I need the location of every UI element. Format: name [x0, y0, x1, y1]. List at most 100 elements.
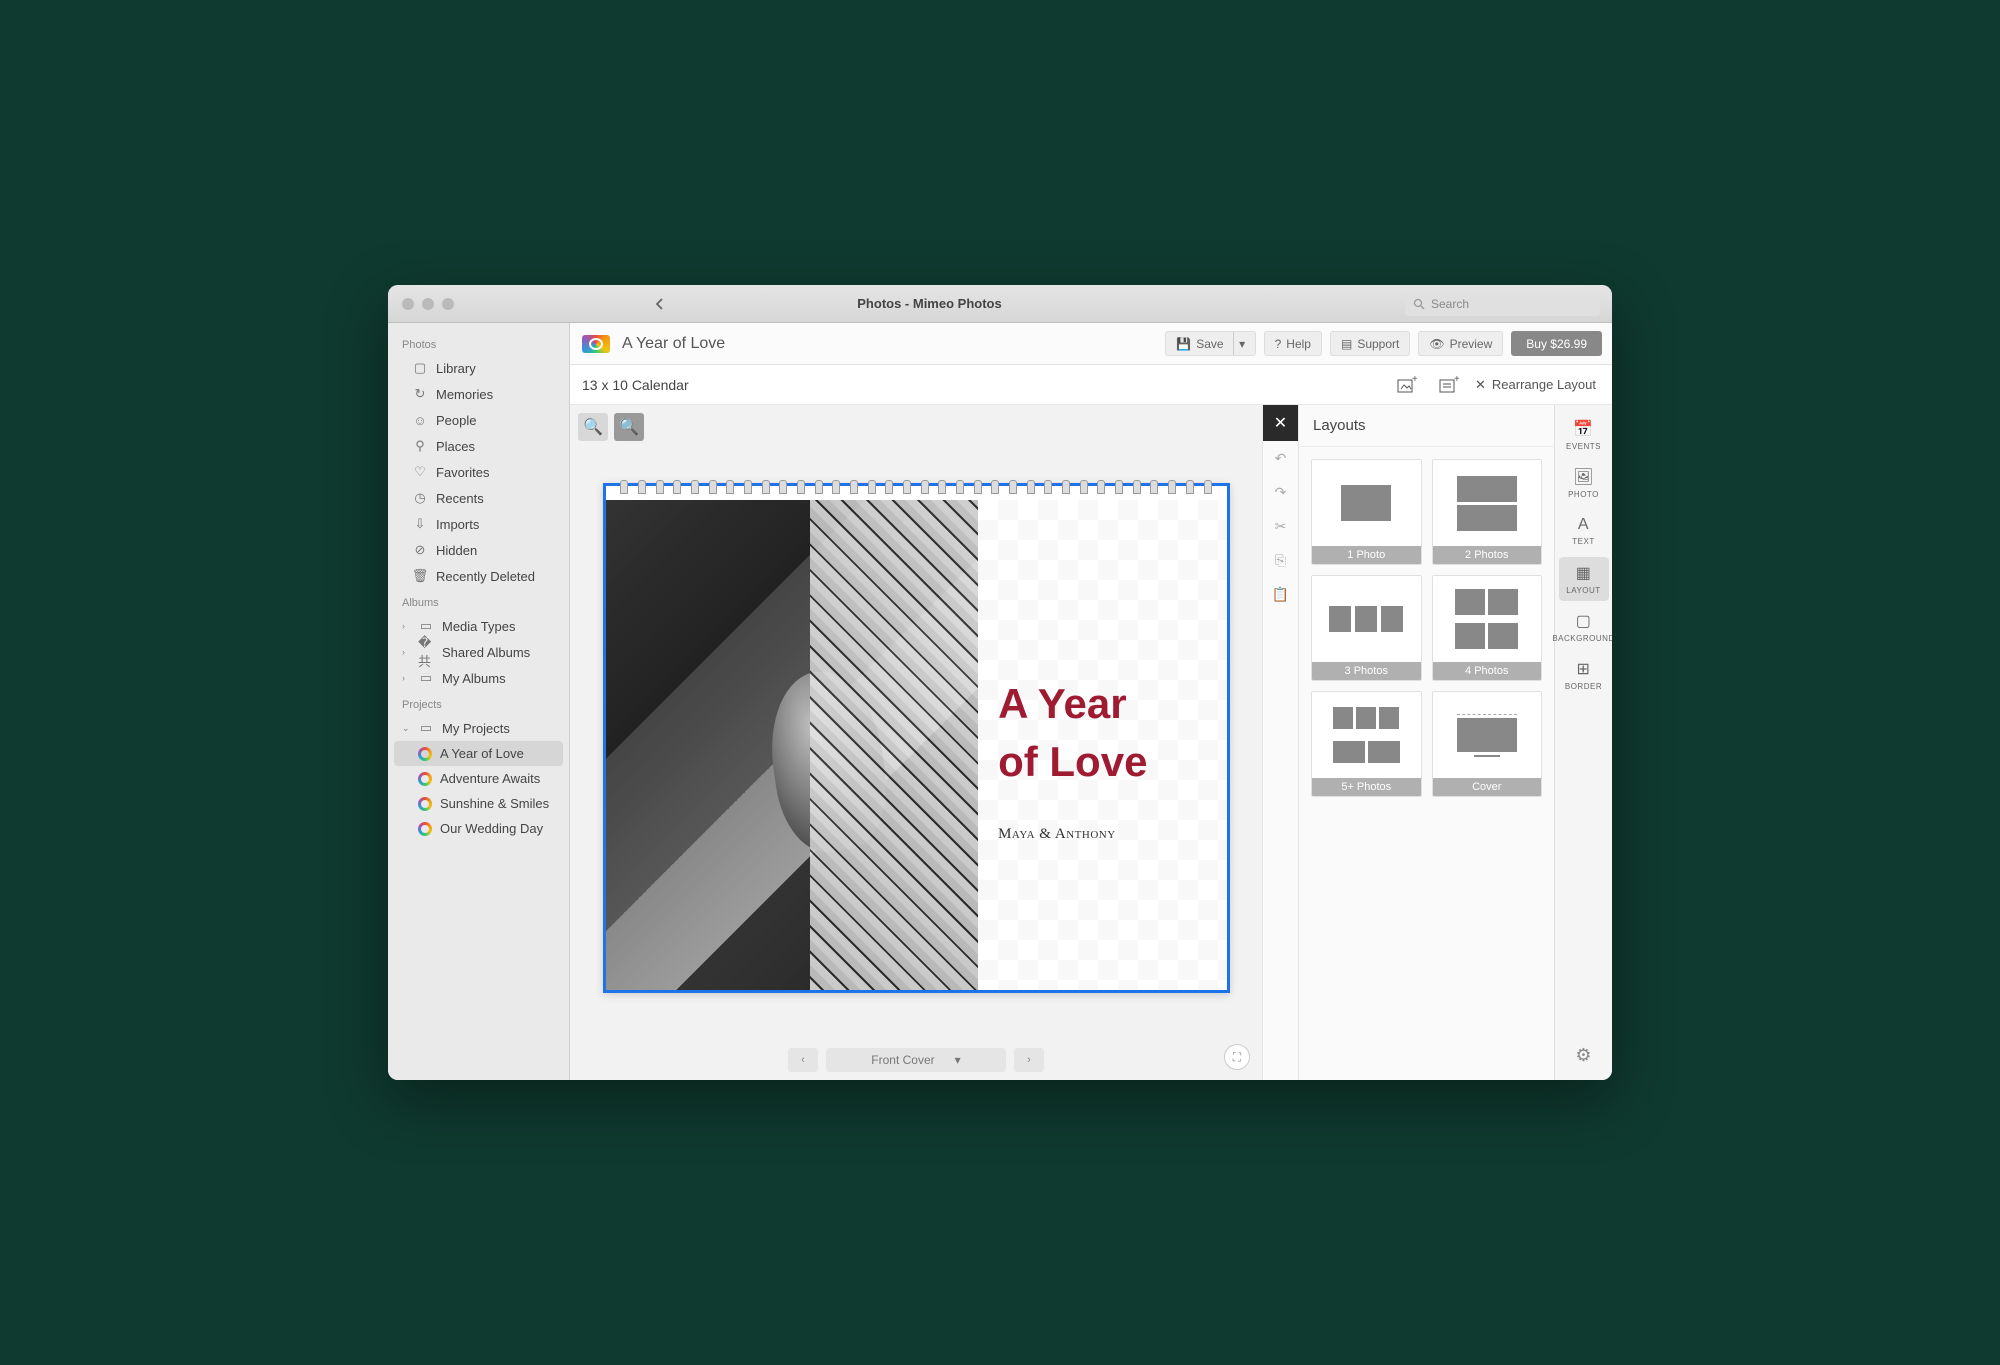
project-icon — [418, 747, 432, 761]
buy-button[interactable]: Buy $26.99 — [1511, 331, 1602, 356]
sidebar-item-recents[interactable]: ◷Recents — [388, 485, 569, 511]
back-button[interactable] — [644, 292, 674, 316]
hidden-icon: ⊘ — [412, 542, 428, 558]
cover-photo[interactable] — [606, 500, 979, 990]
layouts-grid: 1 Photo 2 Photos 3 Photos 4 Photos 5+ Ph… — [1299, 447, 1554, 1080]
prev-page-button[interactable]: ‹ — [788, 1048, 818, 1072]
project-icon — [418, 772, 432, 786]
heart-icon: ♡ — [412, 464, 428, 480]
trash-icon: 🗑 — [412, 568, 428, 584]
rail-events[interactable]: 📅EVENTS — [1559, 413, 1609, 457]
cover-title[interactable]: A Yearof Love — [998, 676, 1206, 791]
layout-4-photos[interactable]: 4 Photos — [1432, 575, 1543, 681]
layout-2-photos[interactable]: 2 Photos — [1432, 459, 1543, 565]
sidebar-item-people[interactable]: ☺People — [388, 407, 569, 433]
cover-text-area[interactable]: A Yearof Love Maya & Anthony — [978, 500, 1226, 990]
close-panel-button[interactable]: ✕ — [1263, 405, 1299, 441]
zoom-in-button[interactable]: 🔍 — [614, 413, 644, 441]
sidebar-item-favorites[interactable]: ♡Favorites — [388, 459, 569, 485]
zoom-out-button[interactable]: 🔍 — [578, 413, 608, 441]
settings-button[interactable]: ⚙ — [1575, 1045, 1591, 1066]
folder-icon: ▭ — [418, 670, 434, 686]
minimize-dot[interactable] — [422, 298, 434, 310]
paste-button[interactable]: 📋 — [1263, 577, 1299, 611]
sidebar-project-adventure-awaits[interactable]: Adventure Awaits — [388, 766, 569, 791]
add-text-button[interactable]: + — [1433, 371, 1465, 399]
copy-button[interactable]: ⎘ — [1263, 543, 1299, 577]
zoom-controls: 🔍 🔍 — [578, 413, 644, 441]
cover-subtitle[interactable]: Maya & Anthony — [998, 826, 1206, 843]
chevron-right-icon: › — [402, 621, 410, 631]
zoom-dot[interactable] — [442, 298, 454, 310]
layout-icon: ▦ — [1576, 563, 1592, 583]
help-icon: ? — [1275, 337, 1282, 351]
sidebar-item-hidden[interactable]: ⊘Hidden — [388, 537, 569, 563]
sidebar-header-projects: Projects — [388, 691, 569, 715]
layout-cover[interactable]: Cover — [1432, 691, 1543, 797]
titlebar: Photos - Mimeo Photos Search — [388, 285, 1612, 323]
sidebar-item-my-albums[interactable]: ›▭My Albums — [388, 665, 569, 691]
next-page-button[interactable]: › — [1014, 1048, 1044, 1072]
preview-button[interactable]: 👁Preview — [1418, 331, 1503, 356]
sidebar-header-albums: Albums — [388, 589, 569, 613]
sidebar-item-my-projects[interactable]: ⌄▭My Projects — [388, 715, 569, 741]
page-selector[interactable]: Front Cover▾ — [826, 1048, 1006, 1072]
svg-text:+: + — [1454, 376, 1459, 385]
calendar-page[interactable]: A Yearof Love Maya & Anthony — [603, 483, 1230, 993]
sidebar-project-sunshine-smiles[interactable]: Sunshine & Smiles — [388, 791, 569, 816]
chevron-right-icon: › — [402, 673, 410, 683]
sidebar-item-imports[interactable]: ⇩Imports — [388, 511, 569, 537]
sidebar-project-a-year-of-love[interactable]: A Year of Love — [394, 741, 563, 766]
canvas-wrap: A Yearof Love Maya & Anthony — [570, 405, 1262, 1040]
sidebar-project-our-wedding-day[interactable]: Our Wedding Day — [388, 816, 569, 841]
rail-photo[interactable]: 🖼PHOTO — [1559, 461, 1609, 505]
sidebar-item-recently-deleted[interactable]: 🗑Recently Deleted — [388, 563, 569, 589]
expand-button[interactable]: ⛶ — [1224, 1044, 1250, 1070]
toolbar-top: A Year of Love 💾Save▾ ?Help ▤Support 👁Pr… — [570, 323, 1612, 365]
chat-icon: ▤ — [1341, 337, 1352, 351]
search-input[interactable]: Search — [1405, 292, 1600, 316]
layout-1-photo[interactable]: 1 Photo — [1311, 459, 1422, 565]
sidebar-item-media-types[interactable]: ›▭Media Types — [388, 613, 569, 639]
support-button[interactable]: ▤Support — [1330, 331, 1410, 356]
close-dot[interactable] — [402, 298, 414, 310]
layout-5plus-photos[interactable]: 5+ Photos — [1311, 691, 1422, 797]
help-button[interactable]: ?Help — [1264, 331, 1322, 356]
sidebar-item-places[interactable]: ⚲Places — [388, 433, 569, 459]
sidebar: Photos ▢Library ↻Memories ☺People ⚲Place… — [388, 323, 570, 1080]
rail-text[interactable]: ATEXT — [1559, 509, 1609, 553]
rearrange-layout-button[interactable]: ✕Rearrange Layout — [1475, 377, 1596, 393]
rail-border[interactable]: ⊞BORDER — [1559, 653, 1609, 697]
text-icon: A — [1578, 516, 1589, 534]
redo-button[interactable]: ↷ — [1263, 475, 1299, 509]
right-rail: 📅EVENTS 🖼PHOTO ATEXT ▦LAYOUT ▢BACKGROUND… — [1554, 405, 1612, 1080]
layout-3-photos[interactable]: 3 Photos — [1311, 575, 1422, 681]
sidebar-item-library[interactable]: ▢Library — [388, 355, 569, 381]
sidebar-item-memories[interactable]: ↻Memories — [388, 381, 569, 407]
add-photo-button[interactable]: + — [1391, 371, 1423, 399]
people-icon: ☺ — [412, 412, 428, 428]
sidebar-item-shared-albums[interactable]: ›�共Shared Albums — [388, 639, 569, 665]
project-title: A Year of Love — [622, 335, 1157, 353]
folder-icon: ▭ — [418, 720, 434, 736]
places-icon: ⚲ — [412, 438, 428, 454]
chevron-down-icon: ⌄ — [402, 723, 410, 734]
clock-icon: ◷ — [412, 490, 428, 506]
rail-layout[interactable]: ▦LAYOUT — [1559, 557, 1609, 601]
traffic-lights — [388, 298, 454, 310]
eye-icon: 👁 — [1429, 337, 1444, 351]
page-nav: ‹ Front Cover▾ › — [570, 1040, 1262, 1080]
save-dropdown[interactable]: ▾ — [1233, 332, 1251, 355]
save-button[interactable]: 💾Save▾ — [1165, 331, 1255, 356]
window-title: Photos - Mimeo Photos — [454, 296, 1405, 311]
edit-tools-strip: ✕ ↶ ↷ ✂ ⎘ 📋 — [1262, 405, 1298, 1080]
spiral-binding — [606, 480, 1227, 500]
calendar-body: A Yearof Love Maya & Anthony — [606, 500, 1227, 990]
save-icon: 💾 — [1176, 337, 1191, 351]
undo-button[interactable]: ↶ — [1263, 441, 1299, 475]
cut-button[interactable]: ✂ — [1263, 509, 1299, 543]
shuffle-icon: ✕ — [1475, 377, 1486, 393]
rail-background[interactable]: ▢BACKGROUND — [1559, 605, 1609, 649]
chevron-right-icon: › — [402, 647, 410, 657]
svg-text:+: + — [1412, 376, 1417, 385]
